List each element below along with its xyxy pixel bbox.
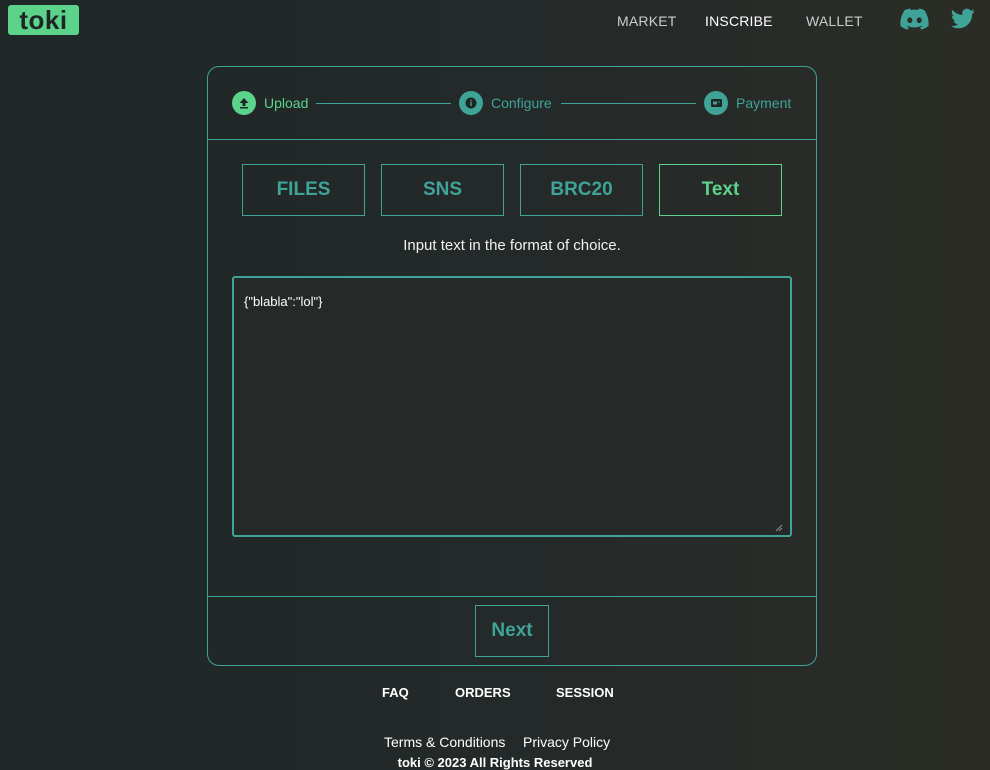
- instruction-text: Input text in the format of choice.: [403, 237, 621, 254]
- card-divider: [208, 596, 816, 597]
- tab-text[interactable]: Text: [659, 164, 782, 216]
- step-connector: [561, 103, 696, 104]
- tab-sns[interactable]: SNS: [381, 164, 504, 216]
- payment-icon: [704, 91, 728, 115]
- tab-files[interactable]: FILES: [242, 164, 365, 216]
- step-label: Configure: [491, 95, 552, 111]
- copyright: toki © 2023 All Rights Reserved: [397, 755, 593, 770]
- inscribe-card: Upload Configure Payment FILES SNS BRC20…: [207, 66, 817, 666]
- footer-session[interactable]: SESSION: [556, 685, 614, 700]
- step-label: Upload: [264, 95, 309, 111]
- stepper: Upload Configure Payment: [208, 67, 816, 140]
- step-configure: Configure: [459, 91, 552, 115]
- nav-market[interactable]: MARKET: [617, 13, 677, 29]
- privacy-link[interactable]: Privacy Policy: [523, 734, 610, 750]
- upload-icon: [232, 91, 256, 115]
- footer-faq[interactable]: FAQ: [382, 685, 409, 700]
- top-nav: MARKET INSCRIBE WALLET: [0, 13, 990, 29]
- step-payment: Payment: [704, 91, 791, 115]
- nav-inscribe[interactable]: INSCRIBE: [705, 13, 773, 29]
- step-upload: Upload: [232, 91, 308, 115]
- twitter-icon[interactable]: [951, 8, 975, 35]
- info-icon: [459, 91, 483, 115]
- tab-brc20[interactable]: BRC20: [520, 164, 643, 216]
- resize-handle-icon[interactable]: [773, 519, 783, 537]
- next-button[interactable]: Next: [475, 605, 549, 657]
- footer-orders[interactable]: ORDERS: [455, 685, 511, 700]
- step-connector: [316, 103, 451, 104]
- step-label: Payment: [736, 95, 792, 111]
- nav-wallet[interactable]: WALLET: [806, 13, 863, 29]
- text-input[interactable]: {"blabla":"lol"}: [232, 276, 792, 537]
- terms-link[interactable]: Terms & Conditions: [384, 734, 505, 750]
- discord-icon[interactable]: [900, 8, 929, 37]
